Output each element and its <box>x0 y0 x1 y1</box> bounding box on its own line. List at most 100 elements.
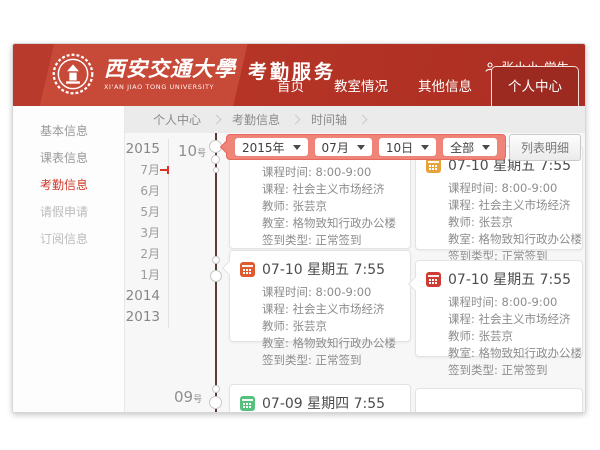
day-label-10: 10号 <box>178 141 206 160</box>
timeline-month-05[interactable]: 5月 <box>125 202 168 223</box>
caret-down-icon <box>482 145 490 150</box>
app-window: 西安交通大學 XI'AN JIAO TONG UNIVERSITY 考勤服务 张… <box>12 43 586 413</box>
card-row-time: 课程时间: 8:00-9:00 <box>448 294 572 311</box>
university-name-cn: 西安交通大學 <box>104 57 236 81</box>
timeline-node <box>212 256 220 264</box>
chevron-right-icon <box>291 115 301 125</box>
card-row-course: 课程: 社会主义市场经济 <box>262 301 400 318</box>
calendar-icon <box>426 272 441 287</box>
card-title: 07-09 星期四 7:55 <box>262 393 385 413</box>
day-number: 10 <box>178 142 197 160</box>
calendar-icon <box>240 396 255 411</box>
sidebar-item-attendance-info[interactable]: 考勤信息 <box>13 172 124 199</box>
caret-down-icon <box>421 145 429 150</box>
content-area: 基本信息 课表信息 考勤信息 请假申请 订阅信息 个人中心 考勤信息 时间轴 2… <box>13 106 585 413</box>
card-row-course: 课程: 社会主义市场经济 <box>448 311 572 328</box>
card-row-room: 教室: 格物致知行政办公楼 <box>448 231 572 248</box>
year-select[interactable]: 2015年 <box>235 138 308 156</box>
caret-down-icon <box>293 145 301 150</box>
timeline-month-03[interactable]: 3月 <box>125 223 168 244</box>
nav-other-info[interactable]: 其他信息 <box>403 75 487 106</box>
main-panel: 个人中心 考勤信息 时间轴 2015 7月 6月 5月 3月 2月 1月 201… <box>125 106 585 413</box>
attendance-card: 07-10 星期五 7:55 课程时间: 8:00-9:00 课程: 社会主义市… <box>229 250 411 342</box>
day-suffix: 号 <box>197 149 206 159</box>
timeline-month-07[interactable]: 7月 <box>125 160 168 181</box>
attendance-card: 07-09 星期四 7:55 <box>229 384 411 413</box>
sidebar-item-subscription-info[interactable]: 订阅信息 <box>13 226 124 253</box>
month-select-value: 07月 <box>322 139 349 156</box>
attendance-card: 07-10 星期五 7:55 课程时间: 8:00-9:00 课程: 社会主义市… <box>415 260 583 357</box>
card-body: 课程时间: 8:00-9:00 课程: 社会主义市场经济 教师: 张芸京 教室:… <box>230 281 410 377</box>
day-select[interactable]: 10日 <box>379 138 436 156</box>
card-row-room: 教室: 格物致知行政办公楼 <box>448 345 572 362</box>
sidebar-item-timetable-info[interactable]: 课表信息 <box>13 145 124 172</box>
timeline-node <box>210 270 222 282</box>
scope-select-value: 全部 <box>450 139 474 156</box>
timeline-area: 2015 7月 6月 5月 3月 2月 1月 2014 2013 10号 09号 <box>125 133 585 413</box>
selected-month-marker-icon <box>160 169 169 171</box>
day-number: 09 <box>174 388 193 406</box>
card-row-course: 课程: 社会主义市场经济 <box>448 197 572 214</box>
day-label-09: 09号 <box>174 387 202 406</box>
nav-classrooms[interactable]: 教室情况 <box>319 75 403 106</box>
timeline-node <box>212 385 220 393</box>
card-body: 课程时间: 8:00-9:00 课程: 社会主义市场经济 教师: 张芸京 教室:… <box>416 177 582 273</box>
card-row-signtype: 签到类型: 正常签到 <box>262 232 400 249</box>
timeline-node <box>213 167 219 173</box>
card-row-teacher: 教师: 张芸京 <box>262 318 400 335</box>
card-row-room: 教室: 格物致知行政办公楼 <box>262 215 400 232</box>
day-select-value: 10日 <box>386 139 413 156</box>
card-row-teacher: 教师: 张芸京 <box>448 328 572 345</box>
university-name-en: XI'AN JIAO TONG UNIVERSITY <box>104 83 236 91</box>
nav-personal-center[interactable]: 个人中心 <box>491 66 579 106</box>
card-row-signtype: 签到类型: 正常签到 <box>448 362 572 379</box>
breadcrumb-timeline[interactable]: 时间轴 <box>305 111 353 128</box>
scope-select[interactable]: 全部 <box>443 138 497 156</box>
caret-down-icon <box>357 145 365 150</box>
card-row-teacher: 教师: 张芸京 <box>448 214 572 231</box>
university-name: 西安交通大學 XI'AN JIAO TONG UNIVERSITY <box>104 57 236 91</box>
list-detail-button[interactable]: 列表明细 <box>509 134 581 161</box>
card-row-time: 课程时间: 8:00-9:00 <box>262 164 400 181</box>
card-title: 07-10 星期五 7:55 <box>262 259 385 279</box>
timeline-node <box>209 396 222 409</box>
date-filter-bar: 2015年 07月 10日 全部 <box>226 134 506 160</box>
timeline-node <box>211 155 220 164</box>
nav-home[interactable]: 首页 <box>262 75 319 106</box>
card-row-room: 教室: 格物致知行政办公楼 <box>262 335 400 352</box>
attendance-card: 07-10 星期五 7:55 课程时间: 8:00-9:00 课程: 社会主义市… <box>415 146 583 250</box>
chevron-right-icon <box>358 115 368 125</box>
app-header: 西安交通大學 XI'AN JIAO TONG UNIVERSITY 考勤服务 张… <box>13 44 585 106</box>
year-select-value: 2015年 <box>242 139 285 156</box>
card-row-time: 课程时间: 8:00-9:00 <box>262 284 400 301</box>
day-suffix: 号 <box>193 395 202 405</box>
breadcrumb-personal-center[interactable]: 个人中心 <box>147 111 207 128</box>
month-label: 7月 <box>140 163 160 177</box>
chevron-right-icon <box>212 115 222 125</box>
card-body: 课程时间: 8:00-9:00 课程: 社会主义市场经济 教师: 张芸京 教室:… <box>416 291 582 387</box>
card-row-signtype: 签到类型: 正常签到 <box>262 352 400 369</box>
card-title: 07-10 星期五 7:55 <box>448 269 571 289</box>
card-header: 07-10 星期五 7:55 <box>416 261 582 291</box>
breadcrumb-attendance-info[interactable]: 考勤信息 <box>226 111 286 128</box>
card-header: 07-10 星期五 7:55 <box>230 251 410 281</box>
filter-pointer-icon <box>220 140 234 154</box>
breadcrumb: 个人中心 考勤信息 时间轴 <box>125 106 585 133</box>
attendance-card-stub <box>415 388 583 413</box>
card-header: 07-09 星期四 7:55 <box>230 385 410 413</box>
card-row-teacher: 教师: 张芸京 <box>262 198 400 215</box>
calendar-icon <box>240 262 255 277</box>
timeline-month-06[interactable]: 6月 <box>125 181 168 202</box>
timeline-year-2014[interactable]: 2014 <box>125 286 168 307</box>
university-logo-icon <box>51 52 95 96</box>
month-select[interactable]: 07月 <box>315 138 372 156</box>
sidebar: 基本信息 课表信息 考勤信息 请假申请 订阅信息 <box>13 106 125 413</box>
sidebar-item-leave-request[interactable]: 请假申请 <box>13 199 124 226</box>
sidebar-item-basic-info[interactable]: 基本信息 <box>13 118 124 145</box>
timeline-month-01[interactable]: 1月 <box>125 265 168 286</box>
timeline-year-2013[interactable]: 2013 <box>125 307 168 328</box>
timeline-month-02[interactable]: 2月 <box>125 244 168 265</box>
timeline-year-2015[interactable]: 2015 <box>125 139 168 160</box>
top-nav: 首页 教室情况 其他信息 个人中心 <box>262 66 579 106</box>
card-row-time: 课程时间: 8:00-9:00 <box>448 180 572 197</box>
